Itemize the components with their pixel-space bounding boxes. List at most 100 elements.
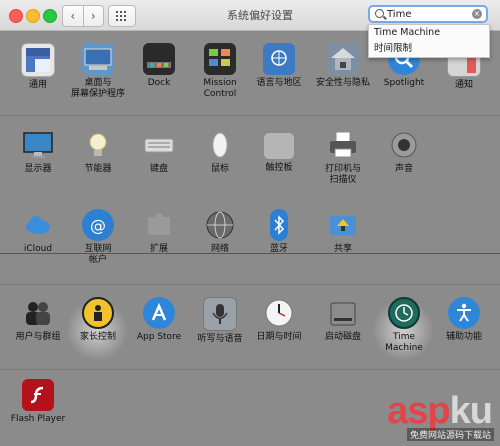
pane-displays[interactable]: 显示器 (8, 129, 68, 175)
flash-icon (22, 379, 54, 411)
pane-extensions[interactable]: 扩展 (129, 209, 189, 255)
pane-energy-saver[interactable]: 节能器 (68, 129, 128, 175)
watermark-part-a: asp (387, 390, 450, 432)
nav-buttons: ‹ › (62, 5, 104, 27)
trackpad-icon (263, 132, 295, 160)
keyboard-icon (143, 129, 175, 161)
clock-calendar-icon (263, 297, 295, 329)
dock-icon (143, 43, 175, 75)
pane-mouse[interactable]: 鼠标 (190, 129, 250, 175)
window-title: 系统偏好设置 (227, 9, 293, 22)
mission-control-icon (204, 43, 236, 75)
pane-app-store[interactable]: App Store (129, 297, 189, 343)
section-divider (0, 284, 500, 285)
watermark-part-b: ku (449, 390, 493, 432)
pane-label: 桌面与 屏幕保护程序 (70, 78, 125, 99)
search-field[interactable]: × (368, 5, 488, 23)
pane-general[interactable]: 通用 (8, 43, 68, 91)
pane-label: 通知 (454, 80, 473, 90)
puzzle-icon (143, 209, 175, 241)
pane-label: App Store (136, 332, 182, 342)
suggestion-item[interactable]: Time Machine (369, 25, 489, 41)
section-divider (0, 115, 500, 116)
show-all-grid-button[interactable] (108, 5, 136, 27)
pane-label: 打印机与 扫描仪 (324, 164, 361, 185)
users-icon (22, 297, 54, 329)
pane-label: Spotlight (383, 78, 425, 88)
pane-security-privacy[interactable]: 安全性与隐私 (313, 43, 373, 89)
pane-internet-accounts[interactable]: @ 互联网 帐户 (68, 209, 128, 266)
desktop-screensaver-icon (82, 43, 114, 75)
close-window-button[interactable] (9, 9, 23, 23)
section-divider (0, 369, 500, 370)
pane-label: Mission Control (203, 78, 237, 99)
watermark-logo: aspku (387, 390, 493, 433)
pane-accessibility[interactable]: 辅助功能 (434, 297, 494, 343)
minimize-window-button[interactable] (26, 9, 40, 23)
pane-label: 听写与语音 (197, 334, 243, 344)
parental-controls-icon (82, 297, 114, 329)
pane-bluetooth[interactable]: 蓝牙 (249, 209, 309, 255)
pane-parental-controls[interactable]: 家长控制 (68, 297, 128, 343)
microphone-icon (203, 297, 237, 331)
pane-label: 家长控制 (79, 332, 116, 342)
preferences-panes: 通用 桌面与 屏幕保护程序 Dock Mission Control 语言与地区 (0, 31, 500, 446)
forward-button[interactable]: › (83, 5, 104, 27)
pane-startup-disk[interactable]: 启动磁盘 (313, 297, 373, 343)
pane-sound[interactable]: 声音 (374, 129, 434, 175)
pane-row-hardware: 显示器 节能器 键盘 鼠标 触控板 打印机与 扫描仪 声音 (0, 123, 500, 218)
pane-row-system: 用户与群组 家长控制 App Store 听写与语音 日期与时间 启动磁盘 Ti… (0, 291, 500, 376)
pane-date-time[interactable]: 日期与时间 (249, 297, 309, 343)
pane-label: 鼠标 (210, 164, 229, 174)
pane-flash-player[interactable]: Flash Player (8, 379, 68, 425)
bluetooth-icon (270, 209, 288, 241)
pane-network[interactable]: 网络 (190, 209, 250, 255)
pane-label: 通用 (28, 80, 47, 90)
pane-label: 用户与群组 (15, 332, 61, 342)
pane-label: iCloud (23, 244, 53, 254)
pane-desktop[interactable]: 桌面与 屏幕保护程序 (68, 43, 128, 100)
pane-label: 蓝牙 (269, 244, 288, 254)
pane-label: Time Machine (385, 332, 423, 353)
search-input[interactable] (387, 7, 467, 21)
pane-label: 网络 (210, 244, 229, 254)
hard-disk-icon (327, 297, 359, 329)
pane-label: 安全性与隐私 (315, 78, 370, 88)
general-icon (21, 43, 55, 77)
pane-users-groups[interactable]: 用户与群组 (8, 297, 68, 343)
search-suggestions: Time Machine 时间限制 (368, 24, 490, 58)
sharing-folder-icon (327, 209, 359, 241)
pane-mission-control[interactable]: Mission Control (190, 43, 250, 100)
pane-label: 互联网 帐户 (84, 244, 112, 265)
accessibility-icon (448, 297, 480, 329)
suggestion-item[interactable]: 时间限制 (369, 41, 489, 57)
search-icon (375, 9, 384, 18)
printer-icon (327, 129, 359, 161)
pane-dock[interactable]: Dock (129, 43, 189, 89)
mouse-icon (204, 129, 236, 161)
cloud-icon (22, 209, 54, 241)
clear-search-icon[interactable]: × (472, 9, 482, 19)
pane-trackpad[interactable]: 触控板 (249, 129, 309, 174)
pane-label: 声音 (394, 164, 413, 174)
pane-dictation-speech[interactable]: 听写与语音 (190, 297, 250, 345)
pane-label: 显示器 (24, 164, 52, 174)
pane-icloud[interactable]: iCloud (8, 209, 68, 255)
pane-label: Flash Player (10, 414, 66, 424)
app-store-icon (143, 297, 175, 329)
pane-time-machine[interactable]: Time Machine (374, 297, 434, 354)
at-sign-icon: @ (82, 209, 114, 241)
pane-sharing[interactable]: 共享 (313, 209, 373, 255)
network-globe-icon (204, 209, 236, 241)
pane-label: 共享 (333, 244, 352, 254)
pane-printers-scanners[interactable]: 打印机与 扫描仪 (313, 129, 373, 186)
pane-label: 语言与地区 (256, 78, 302, 88)
pane-label: 日期与时间 (256, 332, 302, 342)
pane-language-region[interactable]: 语言与地区 (249, 43, 309, 89)
pane-label: 辅助功能 (445, 332, 482, 342)
pane-keyboard[interactable]: 键盘 (129, 129, 189, 175)
back-button[interactable]: ‹ (62, 5, 84, 27)
time-machine-icon (388, 297, 420, 329)
pane-label: 启动磁盘 (324, 332, 361, 342)
zoom-window-button[interactable] (43, 9, 57, 23)
